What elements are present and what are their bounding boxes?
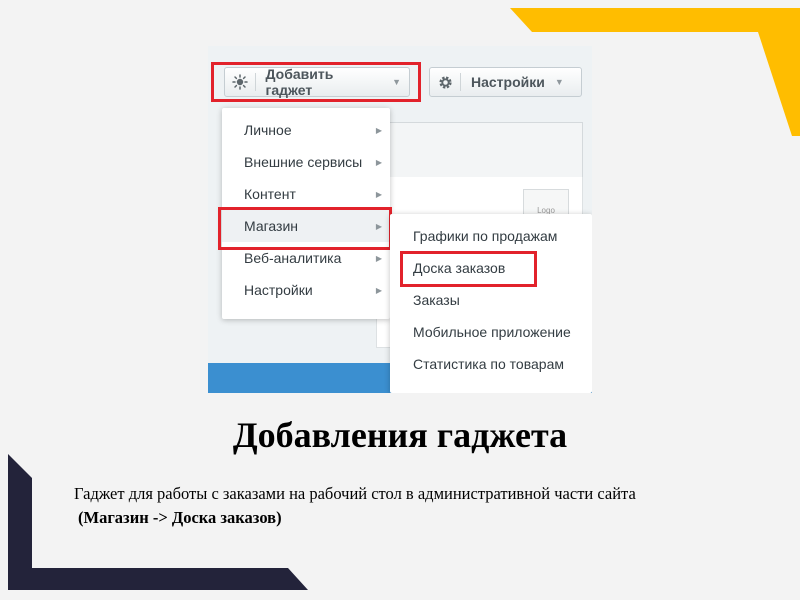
gear-icon [430,68,460,96]
settings-label: Настройки [471,74,545,90]
slide-description: Гаджет для работы с заказами на рабочий … [74,482,774,530]
triangle-right-icon: ▶ [375,189,382,199]
triangle-right-icon: ▶ [375,253,382,263]
submenu-item-product-stats[interactable]: Статистика по товарам [390,348,592,380]
menu-item-personal[interactable]: Личное ▶ [222,114,390,146]
submenu-item-sales-charts[interactable]: Графики по продажам [390,220,592,252]
menu-item-label: Настройки [244,282,313,298]
slide-title: Добавления гаджета [232,415,568,455]
submenu-item-label: Мобильное приложение [413,324,571,340]
submenu-item-label: Статистика по товарам [413,356,564,372]
menu-item-external-services[interactable]: Внешние сервисы ▶ [222,146,390,178]
triangle-right-icon: ▶ [375,125,382,135]
add-gadget-highlight [211,62,421,102]
description-text: Гаджет для работы с заказами на рабочий … [74,484,636,503]
menu-item-label: Веб-аналитика [244,250,342,266]
triangle-down-icon: ▼ [554,77,564,87]
gadget-panel-header [376,122,583,179]
triangle-right-icon: ▶ [375,157,382,167]
submenu-item-label: Заказы [413,292,460,308]
shop-submenu: Графики по продажам Доска заказов Заказы… [390,214,592,393]
triangle-right-icon: ▶ [375,285,382,295]
submenu-item-label: Графики по продажам [413,228,558,244]
menu-item-label: Контент [244,186,296,202]
screenshot: Добавить гаджет ▼ Настройки ▼ Logo Лично… [208,46,592,393]
menu-item-settings[interactable]: Настройки ▶ [222,274,390,306]
description-path: (Магазин -> Доска заказов) [78,508,282,527]
menu-item-label: Личное [244,122,292,138]
menu-item-content[interactable]: Контент ▶ [222,178,390,210]
settings-button[interactable]: Настройки ▼ [429,67,582,97]
order-board-highlight [400,251,537,287]
submenu-item-mobile-app[interactable]: Мобильное приложение [390,316,592,348]
shop-highlight [218,207,392,250]
menu-item-label: Внешние сервисы [244,154,363,170]
submenu-item-orders[interactable]: Заказы [390,284,592,316]
